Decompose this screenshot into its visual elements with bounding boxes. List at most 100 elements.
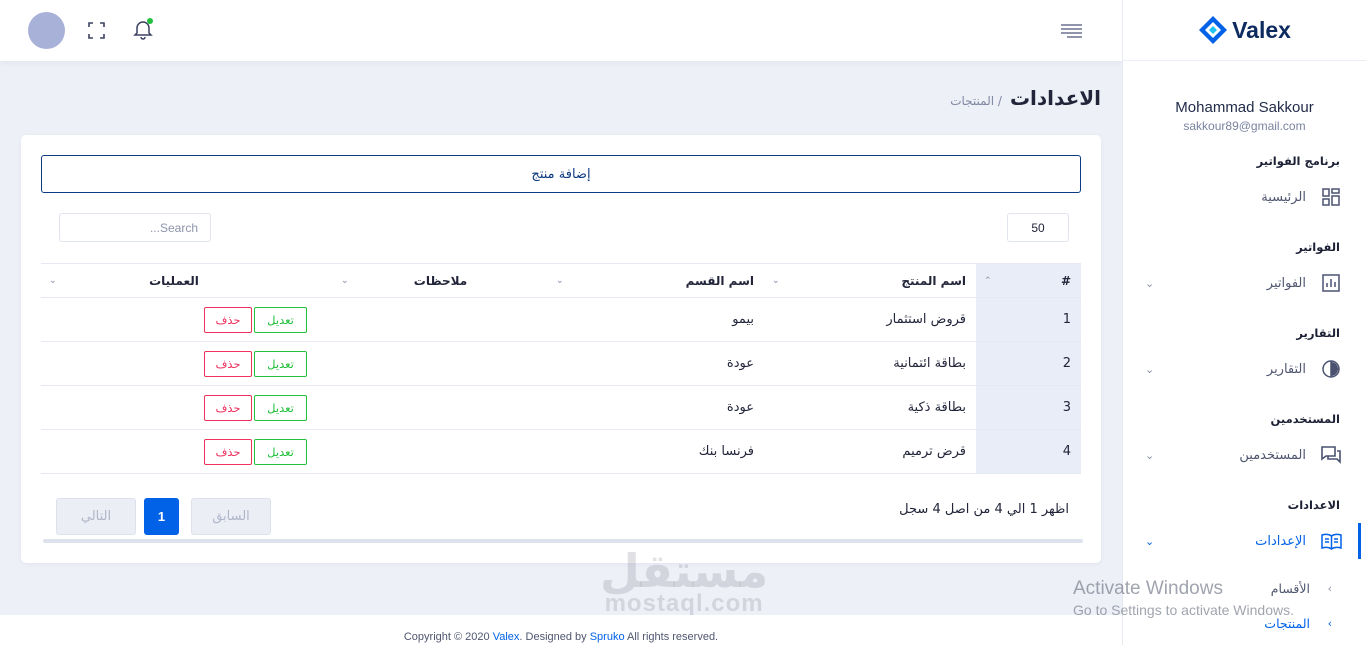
activation-subtitle: Go to Settings to activate Windows. — [1073, 602, 1294, 618]
horizontal-scrollbar[interactable] — [43, 539, 1083, 543]
cell-product-name: قروض استثمار — [764, 297, 976, 342]
sidebar-item-reports[interactable]: التقارير ⌄ — [1123, 351, 1366, 387]
cell-operations: تعديل حذف — [41, 429, 333, 474]
sidebar-item-home[interactable]: الرئيسية — [1123, 179, 1366, 215]
cell-product-name: بطاقة ذكية — [764, 385, 976, 430]
cell-operations: تعديل حذف — [41, 385, 333, 430]
cell-number: 3 — [976, 385, 1081, 430]
cell-section-name: عودة — [548, 385, 764, 430]
cell-notes — [333, 297, 548, 342]
footer-brand-link[interactable]: Valex — [493, 631, 520, 643]
sidebar-item-label: الإعدادات — [1255, 533, 1306, 549]
column-label: # — [1060, 273, 1071, 288]
sidebar-item-label: الرئيسية — [1261, 189, 1306, 205]
cell-number: 2 — [976, 341, 1081, 386]
sort-icon: ⌄ — [556, 276, 564, 286]
edit-button[interactable]: تعديل — [254, 394, 307, 421]
edit-button[interactable]: تعديل — [254, 350, 307, 377]
edit-button[interactable]: تعديل — [254, 306, 307, 333]
add-product-button[interactable]: إضافة منتج — [41, 155, 1081, 193]
top-navbar — [0, 0, 1122, 61]
cell-notes — [333, 341, 548, 386]
notification-bell-icon[interactable] — [133, 18, 153, 40]
table-info: اظهر 1 الي 4 من اصل 4 سجل — [899, 502, 1069, 517]
table-row: 1 قروض استثمار بيمو تعديل حذف — [41, 297, 1081, 342]
column-header-notes[interactable]: ملاحظات ⌄ — [333, 263, 548, 298]
table-header-row: # ⌃ اسم المنتج ⌄ اسم القسم ⌄ ملاحظات ⌄ العمل… — [41, 263, 1081, 298]
cell-number: 4 — [976, 429, 1081, 474]
watermark-english: mostaql.com — [604, 590, 764, 617]
user-profile: Mohammad Sakkour sakkour89@gmail.com — [1123, 99, 1366, 133]
breadcrumb[interactable]: / المنتجات — [950, 94, 1002, 108]
column-label: اسم القسم — [685, 273, 754, 288]
footer: Copyright © 2020 Valex. Designed by Spru… — [0, 615, 1122, 645]
menu-toggle-icon[interactable] — [1061, 23, 1082, 39]
sidebar-item-label: التقارير — [1266, 361, 1306, 377]
delete-button[interactable]: حذف — [204, 350, 252, 377]
column-header-section-name[interactable]: اسم القسم ⌄ — [548, 263, 764, 298]
cell-product-name: بطاقة ائتمانية — [764, 341, 976, 386]
cell-notes — [333, 385, 548, 430]
cell-product-name: قرض ترميم — [764, 429, 976, 474]
section-title-reports: التقارير — [1296, 326, 1340, 340]
previous-page-button[interactable]: السابق — [191, 498, 271, 535]
sidebar-item-users[interactable]: المستخدمين ⌄ — [1123, 437, 1366, 473]
user-email: sakkour89@gmail.com — [1183, 119, 1306, 133]
page-title: الاعدادات — [1009, 86, 1101, 110]
chevron-left-icon: › — [1327, 616, 1332, 630]
page-length-select[interactable]: 50 — [1007, 213, 1069, 242]
column-label: العمليات — [149, 273, 199, 288]
sidebar-item-label: المستخدمين — [1239, 447, 1306, 463]
delete-button[interactable]: حذف — [204, 306, 252, 333]
users-chat-icon — [1320, 444, 1342, 466]
fullscreen-icon[interactable] — [88, 22, 105, 39]
edit-button[interactable]: تعديل — [254, 438, 307, 465]
cell-section-name: بيمو — [548, 297, 764, 342]
chevron-down-icon: ⌄ — [1145, 276, 1155, 290]
chevron-left-icon: › — [1327, 581, 1332, 595]
table-row: 2 بطاقة ائتمانية عودة تعديل حذف — [41, 341, 1081, 386]
column-label: ملاحظات — [413, 273, 468, 288]
cell-notes — [333, 429, 548, 474]
section-title-users: المستخدمين — [1270, 412, 1340, 426]
dashboard-icon — [1320, 186, 1342, 208]
watermark-arabic: مستقل — [600, 544, 769, 598]
reports-pie-icon — [1320, 358, 1342, 380]
table-row: 3 بطاقة ذكية عودة تعديل حذف — [41, 385, 1081, 430]
delete-button[interactable]: حذف — [204, 438, 252, 465]
section-title-settings: الاعدادات — [1287, 498, 1340, 512]
cell-section-name: عودة — [548, 341, 764, 386]
sidebar-item-invoices[interactable]: الفواتير ⌄ — [1123, 265, 1366, 301]
column-header-product-name[interactable]: اسم المنتج ⌄ — [764, 263, 976, 298]
footer-text: All rights reserved. — [624, 631, 719, 643]
chevron-down-icon: ⌄ — [1145, 448, 1155, 462]
delete-button[interactable]: حذف — [204, 394, 252, 421]
mostaql-watermark: مستقل mostaql.com — [600, 548, 768, 618]
table-row: 4 قرض ترميم فرنسا بنك تعديل حذف — [41, 429, 1081, 474]
chevron-down-icon: ⌄ — [1145, 362, 1155, 376]
cell-section-name: فرنسا بنك — [548, 429, 764, 474]
sidebar-item-label: الفواتير — [1266, 275, 1306, 291]
brand-logo[interactable]: Valex — [1123, 0, 1366, 61]
products-table: # ⌃ اسم المنتج ⌄ اسم القسم ⌄ ملاحظات ⌄ العمل… — [41, 263, 1081, 474]
footer-text: Copyright © 2020 — [403, 631, 493, 643]
next-page-button[interactable]: التالي — [56, 498, 136, 535]
cell-operations: تعديل حذف — [41, 341, 333, 386]
cell-operations: تعديل حذف — [41, 297, 333, 342]
brand-name: Valex — [1232, 16, 1291, 43]
column-header-operations[interactable]: العمليات ⌄ — [41, 263, 333, 298]
sort-icon: ⌄ — [49, 276, 57, 286]
user-name: Mohammad Sakkour — [1175, 99, 1314, 116]
footer-designer-link[interactable]: Spruko — [590, 631, 625, 643]
footer-text: . Designed by — [519, 631, 590, 643]
page-1-button[interactable]: 1 — [144, 498, 179, 535]
valex-logo-icon — [1198, 15, 1228, 45]
sidebar: Valex Mohammad Sakkour sakkour89@gmail.c… — [1122, 0, 1366, 645]
column-header-number[interactable]: # ⌃ — [976, 263, 1081, 298]
page-header: الاعدادات / المنتجات — [950, 86, 1101, 110]
avatar[interactable] — [28, 12, 65, 49]
search-input[interactable] — [59, 213, 211, 242]
sidebar-item-settings[interactable]: الإعدادات ⌄ — [1123, 523, 1366, 559]
sort-icon: ⌄ — [341, 276, 349, 286]
section-title-invoices: الفواتير — [1296, 240, 1340, 254]
